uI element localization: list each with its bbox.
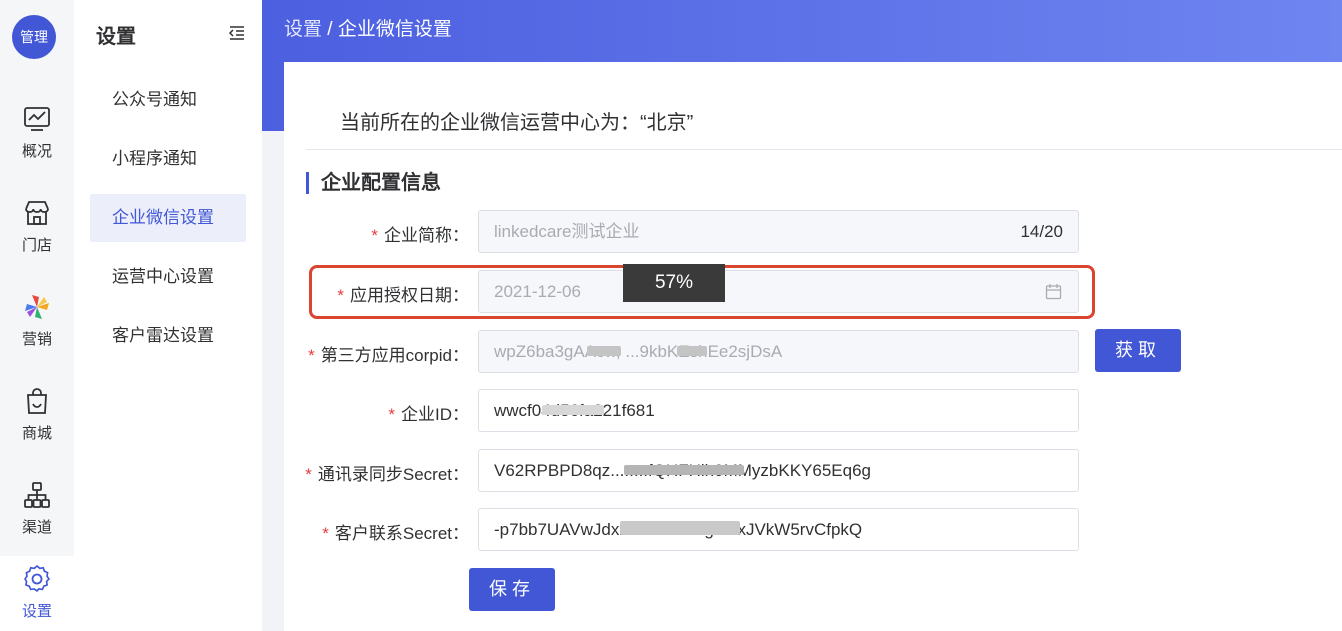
- corpid-input: wpZ6ba3gAAcw, ...9kbKEshEe2sjDsA: [478, 330, 1079, 373]
- redaction-mask: [587, 346, 621, 356]
- label-customer-secret: * 客户联系Secret：: [322, 519, 469, 544]
- save-button[interactable]: 保存: [469, 568, 555, 611]
- breadcrumb-separator: /: [322, 19, 338, 40]
- customer-secret-input[interactable]: -p7bb7UAVwJdx2e....BDoa.gttfl-xJVkW5rvCf…: [478, 508, 1079, 551]
- menu-item-wecom-settings[interactable]: 企业微信设置: [90, 194, 246, 242]
- menu-item-official-account[interactable]: 公众号通知: [90, 76, 246, 124]
- rail-item-label: 营销: [21, 331, 52, 348]
- char-counter: 14/20: [1020, 222, 1063, 241]
- redaction-mask: [677, 346, 707, 356]
- contact-secret-input[interactable]: V62RPBPD8qz........fQHFHlh0MMyzbKKY65Eq6…: [478, 449, 1079, 492]
- breadcrumb-parent[interactable]: 设置: [284, 19, 322, 40]
- company-short-name-value: linkedcare测试企业: [494, 222, 640, 241]
- rail-item-label: 渠道: [21, 519, 52, 536]
- marketing-pinwheel-icon: [25, 295, 49, 319]
- required-mark: *: [305, 465, 312, 484]
- rail-item-store[interactable]: 门店: [0, 190, 74, 284]
- app-logo[interactable]: 管理: [12, 15, 56, 59]
- auth-date-picker: 2021-12-06: [478, 270, 1079, 313]
- menu-item-mini-program[interactable]: 小程序通知: [90, 135, 246, 183]
- rail-item-channel[interactable]: 渠道: [0, 472, 74, 566]
- breadcrumb: 设置 / 企业微信设置: [284, 14, 452, 41]
- rail-item-label: 概况: [21, 143, 52, 160]
- label-text: 客户联系Secret：: [334, 524, 469, 543]
- label-contact-secret: * 通讯录同步Secret：: [305, 460, 469, 485]
- content-card: 当前所在的企业微信运营中心为：“北京” 企业配置信息 * 企业简称： linked…: [284, 62, 1342, 631]
- corpid-value: wpZ6ba3gAAcw, ...9kbKEshEe2sjDsA: [494, 342, 783, 361]
- rail-item-overview[interactable]: 概况: [0, 96, 74, 190]
- menu-item-operation-center[interactable]: 运营中心设置: [90, 253, 246, 301]
- company-short-name-input: linkedcare测试企业 14/20: [478, 210, 1079, 253]
- collapse-menu-icon[interactable]: [228, 24, 246, 42]
- label-corp-id: * 企业ID：: [388, 400, 469, 425]
- shopping-bag-icon: [27, 388, 47, 414]
- zoom-level-badge: 57%: [623, 264, 725, 302]
- auth-date-value: 2021-12-06: [494, 282, 581, 301]
- label-corpid: * 第三方应用corpid：: [308, 341, 469, 366]
- label-text: 第三方应用corpid：: [320, 346, 469, 365]
- rail-item-marketing[interactable]: 营销: [0, 284, 74, 378]
- gear-icon: [24, 564, 51, 592]
- chart-monitor-icon: [24, 107, 50, 131]
- divider: [306, 149, 1342, 150]
- menu-item-customer-radar[interactable]: 客户雷达设置: [90, 312, 246, 360]
- label-text: 企业ID：: [401, 405, 469, 424]
- settings-submenu: 设置 公众号通知 小程序通知 企业微信设置 运营中心设置 客户雷达设置: [74, 0, 262, 631]
- icon-rail: 管理 概况 门店 营销 商城 渠道 设置: [0, 0, 74, 631]
- label-company-short-name: * 企业简称：: [371, 221, 469, 246]
- breadcrumb-current: 企业微信设置: [337, 19, 452, 40]
- label-text: 应用授权日期：: [350, 286, 469, 305]
- hierarchy-icon: [24, 482, 50, 508]
- required-mark: *: [322, 524, 329, 543]
- store-icon: [25, 201, 49, 225]
- label-auth-date: * 应用授权日期：: [337, 281, 469, 306]
- redaction-mask: [620, 521, 740, 535]
- fetch-button[interactable]: 获取: [1095, 329, 1181, 372]
- calendar-icon: [1045, 284, 1062, 300]
- rail-item-label: 商城: [21, 425, 52, 442]
- required-mark: *: [388, 405, 395, 424]
- section-title: 企业配置信息: [306, 172, 441, 194]
- redaction-mask: [624, 465, 744, 475]
- required-mark: *: [337, 286, 344, 305]
- submenu-title: 设置: [96, 26, 136, 48]
- rail-item-mall[interactable]: 商城: [0, 378, 74, 472]
- required-mark: *: [371, 226, 378, 245]
- rail-item-label: 设置: [21, 603, 52, 620]
- rail-item-settings[interactable]: 设置: [0, 556, 74, 631]
- label-text: 企业简称：: [384, 226, 469, 245]
- required-mark: *: [308, 346, 315, 365]
- redaction-mask: [542, 405, 604, 415]
- label-text: 通讯录同步Secret：: [317, 465, 469, 484]
- operation-center-note: 当前所在的企业微信运营中心为：“北京”: [340, 112, 694, 134]
- rail-item-label: 门店: [21, 237, 52, 254]
